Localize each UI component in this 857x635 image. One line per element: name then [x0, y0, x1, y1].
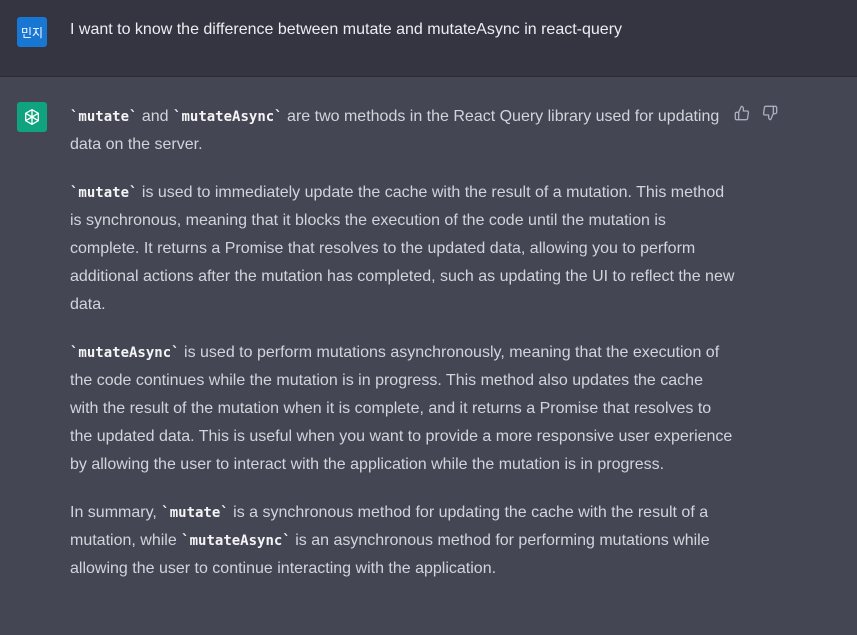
thumbs-down-icon — [762, 105, 778, 121]
paragraph-text: is used to perform mutations asynchronou… — [70, 344, 733, 473]
openai-logo-icon — [25, 109, 39, 126]
inline-code: `mutate` — [161, 505, 229, 521]
paragraph-text: is used to immediately update the cache … — [70, 184, 735, 313]
response-paragraph: `mutateAsync` is used to perform mutatio… — [70, 339, 735, 479]
assistant-message-content: `mutate` and `mutateAsync` are two metho… — [70, 103, 735, 603]
user-message-text: I want to know the difference between mu… — [70, 21, 623, 38]
response-paragraph: `mutate` is used to immediately update t… — [70, 179, 735, 319]
thumbs-up-button[interactable] — [734, 105, 750, 121]
response-paragraph: In summary, `mutate` is a synchronous me… — [70, 499, 735, 583]
thumbs-down-button[interactable] — [762, 105, 778, 121]
user-avatar: 민지 — [17, 17, 47, 47]
thumbs-up-icon — [734, 105, 750, 121]
inline-code: `mutateAsync` — [181, 533, 291, 549]
paragraph-text: and — [137, 108, 174, 125]
user-message-row: 민지 I want to know the difference between… — [0, 0, 857, 77]
assistant-message-row: `mutate` and `mutateAsync` are two metho… — [0, 78, 857, 635]
paragraph-text: In summary, — [70, 504, 162, 521]
response-paragraph: `mutate` and `mutateAsync` are two metho… — [70, 103, 735, 159]
assistant-avatar — [17, 102, 47, 132]
inline-code: `mutateAsync` — [173, 109, 283, 125]
inline-code: `mutateAsync` — [70, 345, 180, 361]
inline-code: `mutate` — [70, 109, 138, 125]
feedback-buttons — [734, 105, 778, 121]
inline-code: `mutate` — [70, 185, 138, 201]
